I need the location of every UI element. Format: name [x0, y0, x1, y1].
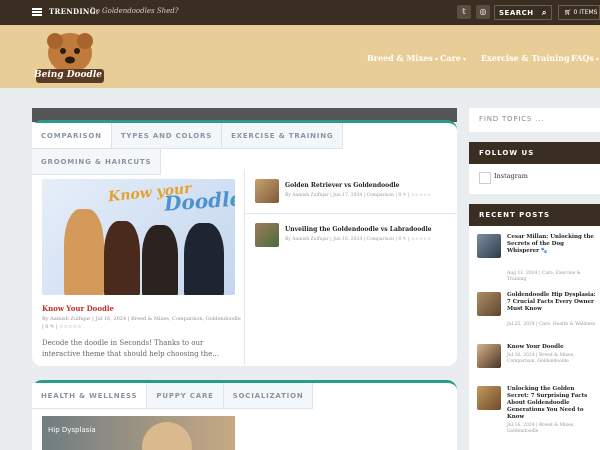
section-tabs-panel-1: COMPARISON TYPES AND COLORS EXERCISE & T…	[32, 120, 457, 366]
follow-us-heading: FOLLOW US	[469, 142, 600, 164]
post-title[interactable]: Know Your Doodle	[507, 344, 597, 351]
follow-us-widget: Instagram	[469, 164, 600, 194]
dog-illustration	[104, 221, 140, 295]
tab-comparison[interactable]: COMPARISON	[32, 123, 112, 149]
search-box[interactable]: SEARCH ⌕	[494, 5, 552, 20]
nav-faqs[interactable]: FAQs ▾	[571, 53, 599, 63]
post-meta: Aug 11, 2024 | Care, Exercise & Training	[507, 271, 581, 282]
trending-link[interactable]: Do Goldendoodles Shed?	[90, 7, 179, 15]
chevron-down-icon: ▾	[595, 56, 599, 63]
featured-post-meta: By Aamish Zulfiqar | Jul 16, 2024 | Bree…	[42, 316, 241, 330]
tab-puppy-care[interactable]: PUPPY CARE	[147, 383, 224, 409]
nav-label: Exercise & Training	[481, 53, 570, 63]
featured-post-excerpt: Decode the doodle in Seconds! Thanks to …	[42, 339, 219, 358]
post-meta: Jul 16, 2024 | Breed & Mixes, Comparison…	[507, 353, 575, 364]
tab-health-wellness[interactable]: HEALTH & WELLNESS	[32, 383, 148, 409]
nav-care[interactable]: Care ▾	[440, 53, 466, 63]
chevron-down-icon: ▾	[434, 56, 438, 63]
column-divider	[244, 169, 245, 365]
post-thumbnail[interactable]	[477, 344, 501, 368]
nav-label: Breed & Mixes	[367, 53, 433, 63]
tab-grooming-haircuts[interactable]: GROOMING & HAIRCUTS	[32, 149, 162, 175]
tab-socialization[interactable]: SOCIALIZATION	[223, 383, 314, 409]
recent-posts-widget: Cesar Millan: Unlocking the Secrets of t…	[469, 226, 600, 450]
dog-illustration	[64, 209, 104, 295]
tab-bar: HEALTH & WELLNESS PUPPY CARE SOCIALIZATI…	[32, 383, 457, 409]
cart-icon: 🛒︎	[564, 9, 572, 16]
instagram-icon[interactable]: ◎	[476, 5, 490, 19]
post-title[interactable]: Golden Retriever vs Goldendoodle	[285, 182, 399, 189]
nav-label: FAQs	[571, 53, 594, 63]
logo-text: Being Doodle	[34, 70, 102, 80]
post-meta: By Aamish Zulfiqar | Jun 16, 2024 | Comp…	[285, 237, 432, 242]
recent-posts-heading: RECENT POSTS	[469, 204, 600, 226]
tab-types-colors[interactable]: TYPES AND COLORS	[111, 123, 223, 149]
nav-label: Care	[440, 53, 461, 63]
menu-icon[interactable]	[32, 8, 42, 16]
post-thumbnail[interactable]	[477, 386, 501, 410]
nav-exercise-training[interactable]: Exercise & Training ▾	[481, 53, 575, 63]
site-header: Being Doodle Breed & Mixes ▾ Care ▾ Exerci…	[0, 25, 600, 88]
featured-post-title[interactable]: Know Your Doodle	[42, 304, 114, 313]
dog-illustration	[142, 225, 178, 295]
divider	[245, 213, 457, 214]
dog-photo	[142, 422, 192, 450]
post-thumbnail[interactable]	[255, 179, 279, 203]
list-item[interactable]: Golden Retriever vs Goldendoodle By Aami…	[255, 179, 450, 209]
nav-breed-mixes[interactable]: Breed & Mixes ▾	[367, 53, 438, 63]
search-icon[interactable]: ⌕	[542, 8, 547, 18]
tab-bar: COMPARISON TYPES AND COLORS EXERCISE & T…	[32, 123, 457, 175]
instagram-link[interactable]: Instagram	[494, 172, 528, 180]
post-title[interactable]: Cesar Millan: Unlocking the Secrets of t…	[507, 234, 597, 255]
section-tabs-panel-2: HEALTH & WELLNESS PUPPY CARE SOCIALIZATI…	[32, 380, 457, 450]
featured-post-image[interactable]: Know your Doodle	[42, 179, 235, 295]
post-thumbnail[interactable]	[477, 234, 501, 258]
cart-button[interactable]: 🛒︎ 0 ITEMS	[558, 5, 600, 20]
featured-post-image[interactable]: Hip Dysplasia	[42, 416, 235, 450]
chevron-down-icon: ▾	[462, 56, 466, 63]
post-title[interactable]: Goldendoodle Hip Dysplasia: 7 Crucial Fa…	[507, 292, 597, 313]
post-title[interactable]: Unveiling the Goldendoodle vs Labradoodl…	[285, 226, 432, 233]
post-thumbnail[interactable]	[255, 223, 279, 247]
list-item[interactable]: Unveiling the Goldendoodle vs Labradoodl…	[255, 223, 450, 253]
find-topics-dropdown[interactable]: FIND TOPICS ...	[469, 108, 600, 132]
post-meta: Jul 16, 2024 | Breed & Mixes, Goldendood…	[507, 423, 575, 434]
image-title-doodle: Doodle	[163, 186, 235, 216]
post-thumbnail[interactable]	[477, 292, 501, 316]
search-label: SEARCH	[499, 9, 534, 17]
instagram-icon[interactable]	[479, 172, 491, 184]
post-meta: Jul 25, 2024 | Care, Health & Wellness	[507, 322, 596, 327]
twitter-icon[interactable]: 𝕥	[457, 5, 471, 19]
image-caption: Hip Dysplasia	[48, 426, 96, 434]
post-meta: By Aamish Zulfiqar | Jun 17, 2024 | Comp…	[285, 193, 432, 198]
top-bar: TRENDING: Do Goldendoodles Shed? 𝕥 ◎ SEA…	[0, 0, 600, 25]
cart-label: 0 ITEMS	[573, 9, 598, 16]
dog-illustration	[184, 223, 224, 295]
tab-exercise-training[interactable]: EXERCISE & TRAINING	[222, 123, 344, 149]
post-title[interactable]: Unlocking the Golden Secret: 7 Surprisin…	[507, 386, 597, 421]
